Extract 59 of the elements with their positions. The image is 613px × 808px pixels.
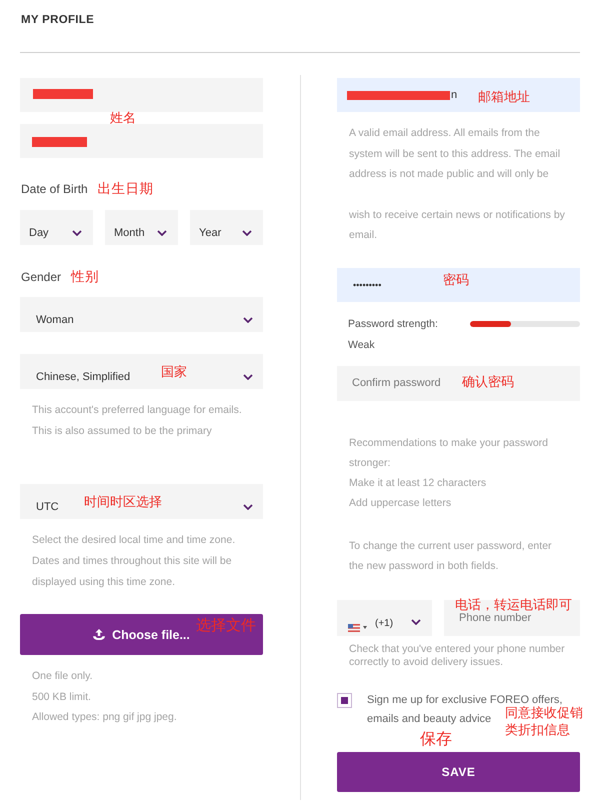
help-text: wish to receive certain news or notifications by	[348, 208, 565, 222]
help-text: Dates and times throughout this site will be	[31, 554, 232, 569]
field-label: Date of Birth	[20, 182, 88, 196]
help-text: system will be sent to this address. The email	[348, 146, 560, 162]
checkbox-label: emails and beauty advice	[367, 712, 492, 727]
help-text: displayed using this time zone.	[31, 575, 175, 590]
annotation-label: 出生日期	[98, 181, 154, 197]
help-text: A valid email address. All emails from the	[348, 126, 540, 141]
help-text: Add uppercase letters	[348, 496, 452, 512]
chevron-icon	[242, 230, 252, 236]
chevron-icon	[243, 317, 253, 323]
help-text: Check that you've entered your phone number	[348, 642, 565, 656]
chevron-icon	[411, 618, 421, 625]
chevron-icon	[157, 230, 167, 236]
strength-label: Password strength:	[347, 316, 438, 332]
checkbox-label: Sign me up for exclusive FOREO offers,	[367, 692, 562, 706]
help-text: Make it at least 12 characters	[348, 476, 486, 492]
name-field[interactable]	[20, 124, 263, 158]
help-text: This is also assumed to be the primary	[31, 424, 212, 439]
annotation-label: 保存	[420, 730, 452, 749]
save-button[interactable]: SAVE	[337, 752, 580, 792]
help-text: 500 KB limit.	[31, 690, 91, 704]
annotation-label: 密码	[443, 272, 469, 288]
help-text: email.	[348, 228, 378, 243]
date-select[interactable]: Day	[20, 210, 93, 245]
chevron-icon	[72, 230, 82, 236]
annotation-label: 邮箱地址	[478, 89, 530, 105]
help-text: address is not made public and will only be	[348, 167, 549, 182]
help-text: Select the desired local time and time zone.	[31, 533, 236, 548]
help-text: One file only.	[31, 669, 93, 684]
help-text: Allowed types: png gif jpg jpeg.	[31, 710, 177, 725]
caret-icon	[363, 626, 367, 630]
help-text: the new password in both fields.	[348, 559, 498, 574]
annotation-label: 电话，转运电话即可	[455, 596, 572, 613]
help-text: stronger:	[348, 456, 390, 471]
annotation-label: 确认密码	[462, 374, 514, 390]
upload-icon	[93, 629, 106, 640]
field-label: Gender	[20, 270, 62, 284]
page-title: MY PROFILE	[20, 13, 94, 27]
help-text: This account's preferred language for emails.	[31, 403, 242, 418]
annotation-label: 选择文件	[196, 617, 256, 635]
strength-value: Weak	[347, 338, 375, 352]
help-text: Recommendations to make your password	[348, 436, 548, 450]
annotation-label: 国家	[161, 364, 187, 380]
help-text: To change the current user password, enter	[348, 538, 552, 554]
annotation-label: 姓名	[110, 110, 136, 126]
annotation-label: 同意接收促销类折扣信息	[505, 704, 583, 738]
date-select[interactable]: Month	[105, 210, 178, 245]
annotation-label: 时间时区选择	[84, 494, 162, 510]
country-code-select[interactable]: (+1)	[337, 600, 432, 636]
chevron-icon	[243, 374, 253, 380]
help-text: correctly to avoid delivery issues.	[348, 656, 504, 670]
gender-select[interactable]: Woman	[20, 297, 263, 332]
chevron-icon	[243, 504, 253, 510]
annotation-label: 性别	[71, 269, 100, 285]
date-select[interactable]: Year	[190, 210, 263, 245]
name-field[interactable]	[20, 78, 263, 112]
flag-icon	[348, 624, 360, 632]
newsletter-checkbox[interactable]	[337, 692, 352, 708]
